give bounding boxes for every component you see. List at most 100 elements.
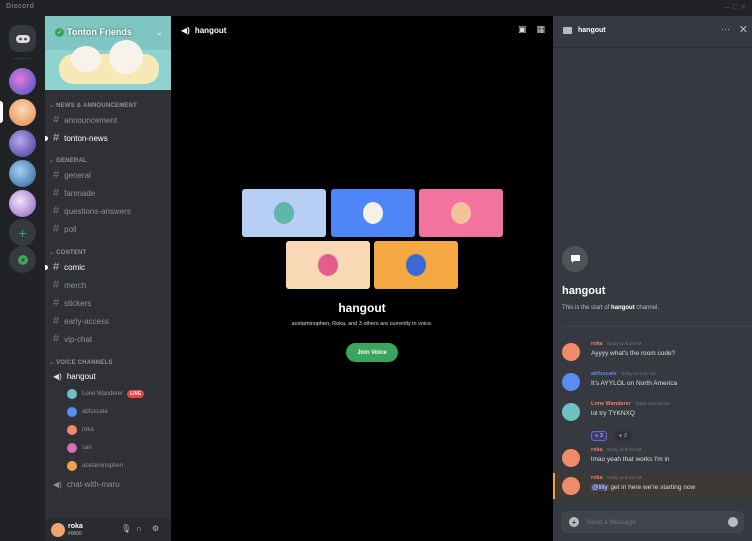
stage-channel-name: hangout: [194, 26, 227, 35]
channel-questions-answers[interactable]: # questions-answers: [53, 204, 131, 218]
participant-tile[interactable]: [242, 189, 326, 237]
avatar: [67, 443, 77, 453]
home-button[interactable]: [9, 25, 36, 52]
more-options-icon[interactable]: ···: [721, 24, 730, 34]
close-icon[interactable]: ✕: [739, 23, 748, 36]
category-news[interactable]: ⌄ NEWS & ANNOUNCEMENT: [49, 102, 137, 109]
speaker-icon: ◀): [53, 479, 62, 489]
selected-server-indicator: [0, 101, 3, 123]
voice-stage: ◀) hangout ▣ ▦ hangout acetaminophen, Ro…: [171, 16, 553, 541]
chat-message[interactable]: roka Today at 9:18 AM lmao yeah that work…: [553, 447, 752, 471]
microphone-icon[interactable]: 🎙: [121, 524, 131, 533]
cat-emoji-icon: ●: [619, 433, 623, 439]
hash-icon: #: [53, 223, 60, 235]
user-avatar[interactable]: [51, 523, 65, 537]
add-attachment-icon[interactable]: +: [569, 517, 579, 527]
user-name: roka: [68, 523, 83, 530]
avatar[interactable]: [562, 449, 580, 467]
voice-user[interactable]: san: [67, 442, 92, 454]
chevron-down-icon[interactable]: ⌄: [155, 27, 163, 38]
banner-character-1: [71, 46, 101, 72]
join-voice-button[interactable]: Join Voice: [346, 343, 398, 362]
server-banner[interactable]: ✓ Tonton Friends ⌄: [45, 16, 171, 90]
unread-indicator: [45, 265, 48, 270]
channel-vip-chat[interactable]: # vip-chat: [53, 332, 92, 346]
message-input[interactable]: [587, 515, 717, 529]
category-voice[interactable]: ⌄ VOICE CHANNELS: [49, 359, 113, 366]
category-content[interactable]: ⌄ CONTENT: [49, 249, 87, 256]
participant-avatar: [274, 202, 294, 224]
avatar[interactable]: [562, 403, 580, 421]
message-author[interactable]: Lone Wanderer Today at 9:18 AM: [591, 401, 670, 407]
hash-icon: #: [53, 205, 60, 217]
chat-message[interactable]: Lone Wanderer Today at 9:18 AM lol try TY…: [553, 401, 752, 445]
server-rail: +: [0, 16, 45, 541]
category-general[interactable]: ⌄ GENERAL: [49, 157, 87, 164]
hash-icon: #: [53, 297, 60, 309]
channel-poll[interactable]: # poll: [53, 222, 77, 236]
live-badge: LIVE: [127, 390, 145, 398]
participant-tile[interactable]: [419, 189, 503, 237]
message-author[interactable]: roka Today at 9:18 AM: [591, 447, 641, 453]
message-author[interactable]: roka Today at 9:18 AM: [591, 341, 641, 347]
avatar: [67, 389, 77, 399]
discord-app: Discord — ☐ ✕ + ✓ Tonton Friends ⌄ ⌄ NEW…: [0, 0, 752, 541]
chat-bubble-icon: [563, 27, 572, 34]
message-author[interactable]: abfuscate Today at 9:18 AM: [591, 371, 655, 377]
channel-merch[interactable]: # merch: [53, 278, 86, 292]
explore-servers-button[interactable]: [9, 246, 36, 273]
unread-indicator: [45, 136, 48, 141]
server-icon-3[interactable]: [9, 130, 36, 157]
avatar[interactable]: [562, 477, 580, 495]
reaction-button[interactable]: ● 3: [591, 431, 607, 441]
server-icon-tonton-friends[interactable]: [9, 99, 36, 126]
chat-message-mention[interactable]: roka Today at 9:18 AM @lilly get in here …: [553, 473, 752, 499]
voice-user[interactable]: roka: [67, 424, 94, 436]
user-mention[interactable]: @lilly: [591, 484, 609, 491]
add-server-button[interactable]: +: [9, 219, 36, 246]
chat-message[interactable]: abfuscate Today at 9:18 AM It's AYYLOL on…: [553, 371, 752, 395]
hash-icon: #: [53, 333, 60, 345]
server-name[interactable]: ✓ Tonton Friends: [55, 27, 132, 37]
channel-start-title: hangout: [562, 285, 606, 297]
message-author[interactable]: roka Today at 9:18 AM: [591, 475, 641, 481]
voice-user[interactable]: abfuscate: [67, 406, 108, 418]
server-icon-5[interactable]: [9, 190, 36, 217]
participant-avatar: [451, 202, 471, 224]
participant-tile[interactable]: [286, 241, 370, 289]
user-panel: roka #0000 🎙 ∩ ⚙: [45, 519, 171, 541]
gear-icon[interactable]: ⚙: [152, 524, 159, 533]
stage-header-icons: ▣ ▦: [518, 24, 545, 35]
avatar[interactable]: [562, 373, 580, 391]
channel-tonton-news[interactable]: # tonton-news: [53, 131, 108, 145]
window-controls[interactable]: — ☐ ✕: [723, 3, 746, 11]
calendar-icon[interactable]: ▣: [518, 24, 527, 35]
channel-comic[interactable]: # comic: [53, 260, 85, 274]
hash-icon: #: [53, 315, 60, 327]
emoji-icon[interactable]: [728, 517, 738, 527]
grid-layout-icon[interactable]: ▦: [536, 24, 545, 35]
channel-general[interactable]: # general: [53, 168, 91, 182]
app-brand: Discord: [6, 3, 35, 10]
voice-channel-hangout[interactable]: ◀) hangout: [53, 369, 96, 383]
channel-sidebar: ✓ Tonton Friends ⌄ ⌄ NEWS & ANNOUNCEMENT…: [45, 16, 171, 541]
channel-fanmade[interactable]: # fanmade: [53, 186, 95, 200]
speaker-icon: ◀): [53, 371, 62, 381]
channel-early-access[interactable]: # early-access: [53, 314, 109, 328]
server-icon-1[interactable]: [9, 68, 36, 95]
headphones-icon[interactable]: ∩: [136, 524, 142, 533]
voice-user[interactable]: Lone Wanderer LIVE: [67, 388, 145, 400]
voice-channel-title: hangout: [338, 301, 386, 315]
chat-message[interactable]: roka Today at 9:18 AM Ayyyy what's the ro…: [553, 341, 752, 365]
participant-tile[interactable]: [374, 241, 458, 289]
reaction-button[interactable]: ● 3: [615, 431, 631, 441]
channel-stickers[interactable]: # stickers: [53, 296, 91, 310]
message-time: Today at 9:18 AM: [620, 371, 656, 376]
server-icon-4[interactable]: [9, 160, 36, 187]
message-time: Today at 9:18 AM: [606, 341, 642, 346]
participant-tile[interactable]: [331, 189, 415, 237]
channel-announcement[interactable]: # announcement: [53, 113, 117, 127]
voice-user[interactable]: acetaminophen: [67, 460, 123, 472]
avatar[interactable]: [562, 343, 580, 361]
voice-channel-chat-with-maru[interactable]: ◀) chat-with-maru: [53, 477, 120, 491]
